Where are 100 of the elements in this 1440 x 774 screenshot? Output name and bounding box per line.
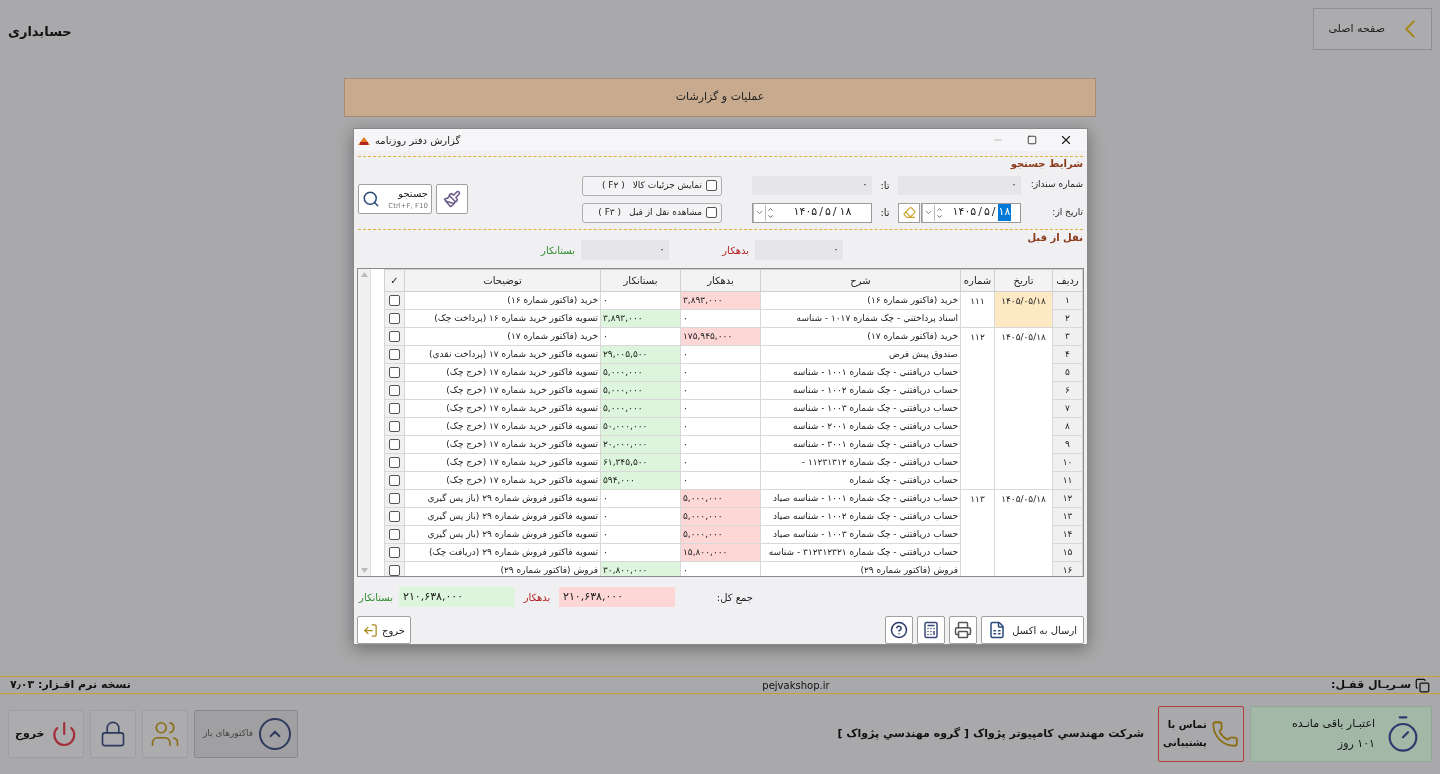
separator-text: /	[991, 204, 996, 221]
support-button[interactable]: تماس با پشتیبانی	[1158, 706, 1244, 762]
checkbox[interactable]	[389, 331, 400, 342]
dropdown-caret-icon[interactable]	[922, 203, 934, 222]
dropdown-caret-icon[interactable]	[753, 203, 765, 222]
print-button[interactable]	[949, 616, 978, 644]
table-cell: تسویه فاکتور خرید شماره ۱۶ (پرداخت چک)	[404, 309, 601, 328]
clear-button[interactable]	[436, 184, 468, 214]
checkbox[interactable]	[389, 511, 400, 522]
credit-title: اعتبـار باقی مانـده	[1291, 715, 1375, 732]
doc-from-field[interactable]: ۰	[898, 175, 1021, 195]
month-text: ۵	[824, 204, 831, 221]
table-cell: اسناد پرداختني - چک شماره ۱۰۱۷ - شناسه	[760, 309, 961, 328]
checkbox[interactable]	[389, 349, 400, 360]
checkbox[interactable]	[389, 385, 400, 396]
checkbox[interactable]	[389, 295, 400, 306]
shortcut-text: ( F۲ )	[601, 178, 625, 192]
checkbox[interactable]	[389, 529, 400, 540]
table-cell: حساب دریافتني - چک شماره ۳۱۲۳۱۲۳۲۱ - شناسه	[760, 543, 961, 562]
carry-credit-field[interactable]: ۰	[581, 240, 669, 260]
checkbox[interactable]	[706, 207, 717, 218]
checkbox[interactable]	[389, 475, 400, 486]
version-text: نسخه نرم افـزار: ۷٫۰۳	[10, 676, 131, 693]
totals-label: جمع کل:	[715, 590, 753, 605]
table-cell: تسویه فاکتور خرید شماره ۱۷ (خرج چک)	[404, 471, 601, 490]
spin-control[interactable]	[765, 204, 775, 221]
dialog-title: گزارش دفتر روزنامه	[375, 133, 461, 148]
table-cell: حساب دریافتني - چک شماره ۲۰۰۱ - شناسه	[760, 417, 961, 436]
checkbox[interactable]	[389, 367, 400, 378]
table-cell: تسویه فاکتور فروش شماره ۲۹ (باز پس گیري	[404, 507, 601, 526]
total-debit-field[interactable]: ۲۱۰,۶۳۸,۰۰۰	[559, 587, 675, 608]
checkbox[interactable]	[389, 313, 400, 324]
home-button[interactable]: صفحه اصلی	[1313, 8, 1432, 50]
separator-text: /	[819, 204, 823, 221]
option-label[interactable]: نمایش جزئیات کالا	[632, 178, 702, 193]
credit-cell: ۰	[600, 507, 681, 526]
date-cell: ۱۴۰۵/۰۵/۱۸	[994, 327, 1053, 490]
calculator-button[interactable]	[917, 616, 946, 644]
table-cell: تسویه فاکتور فروش شماره ۲۹ (باز پس گیري	[404, 525, 601, 544]
doc-to-field[interactable]: ۰	[752, 175, 872, 195]
excel-button[interactable]: ارسال به اکسل	[981, 616, 1084, 644]
carry-debit-field[interactable]: ۰	[755, 240, 843, 260]
field-label: تاریخ از:	[1051, 205, 1083, 219]
column-header[interactable]: توضیحات	[404, 269, 601, 292]
table-cell: فروش (فاکتور شماره ۲۹)	[760, 561, 961, 577]
column-header[interactable]: شرح	[760, 269, 961, 292]
website-text: pejvakshop.ir	[762, 678, 830, 693]
table-cell: حساب دریافتني - چک شماره ۱۱۲۳۱۳۱۲ -	[760, 453, 961, 472]
checkbox[interactable]	[389, 493, 400, 504]
open-invoices-button[interactable]: فاکتورهای باز	[194, 710, 298, 758]
table-cell: حساب دریافتني - چک شماره ۱۰۰۲ - شناسه صیاد	[760, 507, 961, 526]
year-text: ۱۴۰۵	[952, 204, 977, 221]
column-header[interactable]: شماره	[960, 269, 995, 292]
shortcut-text: ( F۳ )	[598, 205, 622, 219]
month-text: ۵	[983, 204, 990, 221]
total-credit-field[interactable]: ۲۱۰,۶۳۸,۰۰۰	[399, 587, 515, 608]
debit-label: بدهکار	[720, 243, 749, 258]
help-button[interactable]	[885, 616, 914, 644]
lock-button[interactable]	[90, 710, 136, 758]
spin-control[interactable]	[934, 204, 944, 221]
checkbox[interactable]	[389, 547, 400, 558]
eraser-button[interactable]	[898, 202, 920, 223]
exit-button[interactable]: خروج	[357, 616, 411, 644]
spreadsheet-icon	[988, 621, 1007, 639]
credit-cell: ۰	[600, 489, 681, 508]
search-icon	[362, 190, 380, 208]
separator-text: /	[978, 204, 982, 221]
table-cell: حساب دریافتني - چک شماره ۱۰۰۲ - شناسه	[760, 381, 961, 400]
column-header[interactable]: بدهکار	[680, 269, 761, 292]
app-title: حسابداری	[8, 23, 72, 41]
users-icon	[150, 719, 180, 749]
date-cell: ۱۴۰۵/۰۵/۱۸	[994, 489, 1053, 577]
date-field[interactable]: ۱۴۰۵ / ۵ / ۱۸	[752, 202, 872, 223]
table-cell: خرید (فاکتور شماره ۱۷)	[404, 327, 601, 346]
calculator-icon	[922, 621, 941, 639]
checkbox[interactable]	[706, 180, 717, 191]
checkbox[interactable]	[389, 403, 400, 414]
logo-icon	[358, 135, 370, 145]
column-header[interactable]: ✓	[384, 269, 405, 292]
copy-icon	[1415, 677, 1430, 693]
checkbox[interactable]	[389, 421, 400, 432]
table-cell: حساب دریافتني - چک شماره ۱۰۰۳ - شناسه	[760, 399, 961, 418]
table-cell: تسویه فاکتور فروش شماره ۲۹ (باز پس گیري	[404, 489, 601, 508]
option-label[interactable]: مشاهده نقل از قبل	[629, 205, 702, 220]
checkbox[interactable]	[389, 565, 400, 576]
help-icon	[890, 621, 909, 639]
checkbox[interactable]	[389, 439, 400, 450]
column-header[interactable]: بستانکار	[600, 269, 681, 292]
field-label: شماره سنداز:	[1029, 178, 1083, 192]
exit-app-button[interactable]: خروج	[8, 710, 84, 758]
table-cell: تسویه فاکتور خرید شماره ۱۷ (خرج چک)	[404, 435, 601, 454]
eraser-icon	[902, 206, 916, 219]
column-header[interactable]: تاریخ	[994, 269, 1053, 292]
column-header[interactable]: ردیف	[1052, 269, 1083, 292]
serial-label: سـریـال قفـل:	[1331, 676, 1411, 693]
table-cell: حساب دریافتني - چک شماره ۱۰۰۱ - شناسه صیاد	[760, 489, 961, 508]
menu-bar[interactable]: عملیات و گزارشات	[344, 78, 1096, 117]
checkbox[interactable]	[389, 457, 400, 468]
date-field[interactable]: ۱۴۰۵ / ۵ / ۱۸	[921, 202, 1021, 223]
table-cell: حساب دریافتني - چک شماره ۱۰۰۱ - شناسه	[760, 363, 961, 382]
